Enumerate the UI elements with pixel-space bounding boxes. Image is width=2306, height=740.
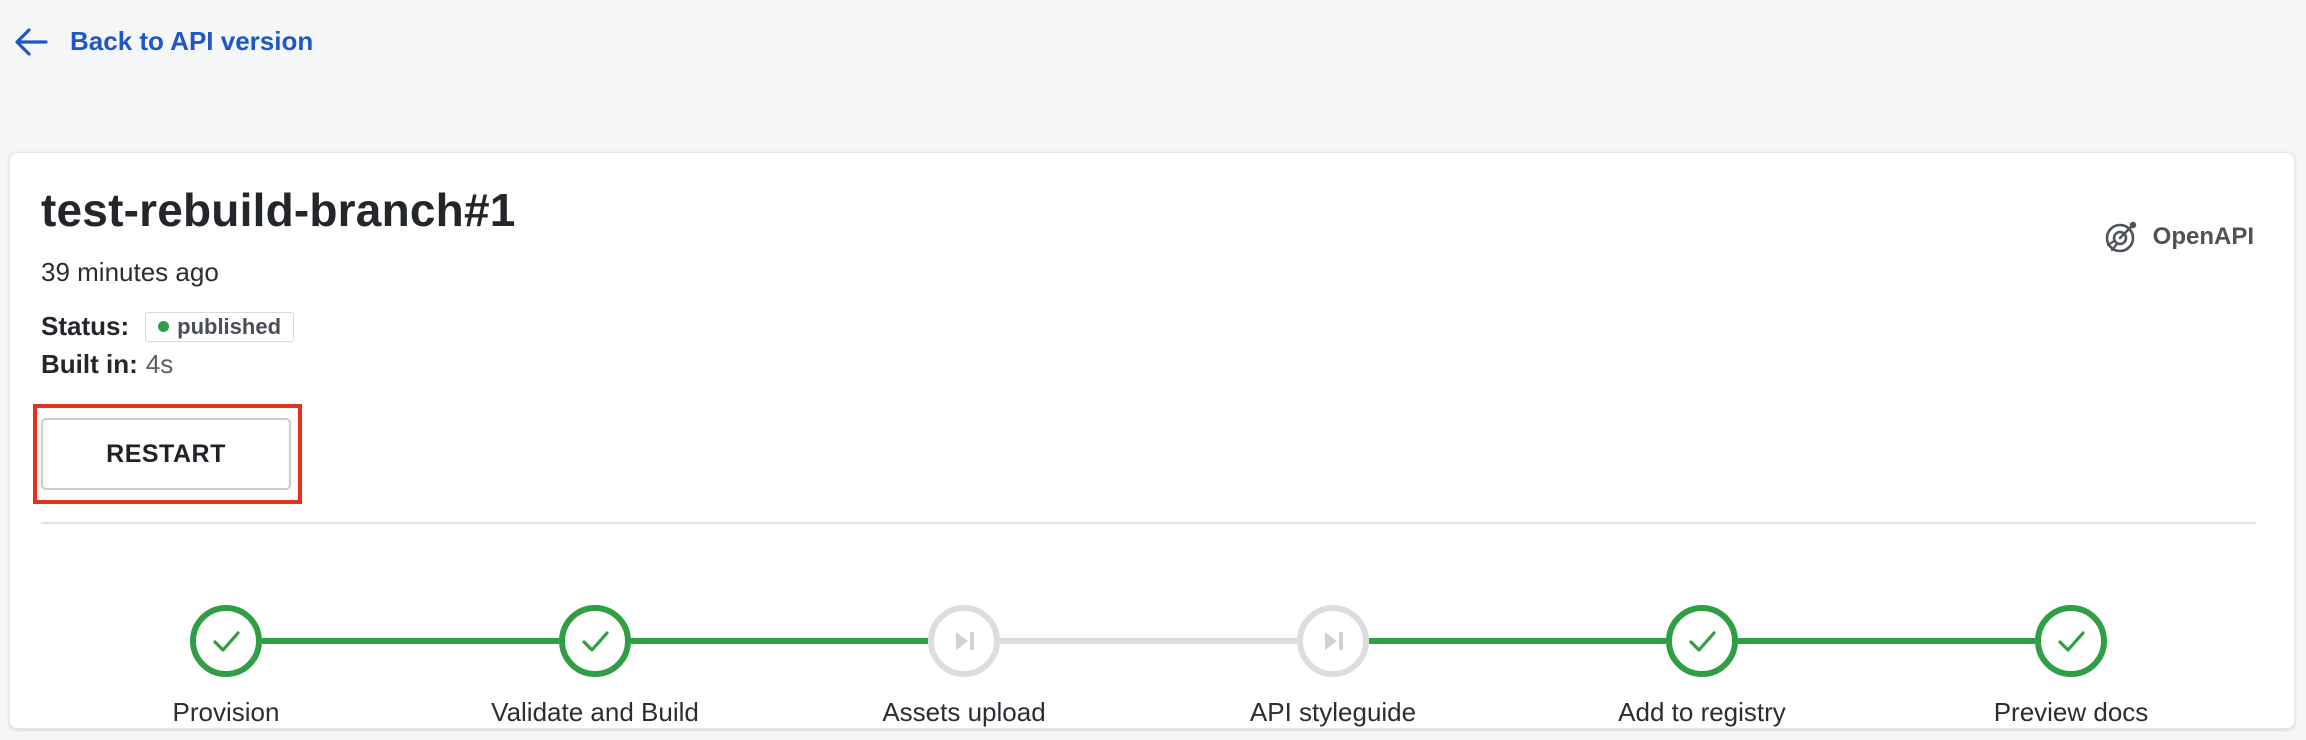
built-in-value: 4s [145, 349, 174, 379]
pipeline-step-status [2035, 605, 2107, 677]
pipeline-step-label: Add to registry [1618, 697, 1786, 727]
pipeline-step-status [559, 605, 631, 677]
api-type-label: OpenAPI [2152, 223, 2254, 250]
build-pipeline: Provision Validate and Build Assets upload… [10, 571, 2296, 727]
built-in-row: Built in: 4s [41, 349, 173, 380]
build-card: test-rebuild-branch#1 39 minutes ago Sta… [9, 152, 2295, 729]
arrow-left-icon [15, 27, 48, 56]
pipeline-step: Preview docs [1921, 571, 2221, 728]
status-value: published [177, 313, 282, 339]
restart-button[interactable]: RESTART [41, 418, 291, 490]
skip-icon [956, 632, 974, 650]
build-title: test-rebuild-branch#1 [41, 184, 516, 236]
back-link-label: Back to API version [70, 26, 314, 56]
pipeline-step-label: Validate and Build [491, 697, 699, 727]
pipeline-step-status [190, 605, 262, 677]
check-icon [213, 631, 240, 652]
openapi-icon [2105, 221, 2136, 253]
section-divider [41, 522, 2256, 524]
pipeline-step-label: API styleguide [1249, 697, 1417, 727]
status-dot-icon [158, 321, 170, 332]
api-type-indicator: OpenAPI [2103, 219, 2254, 255]
pipeline-step: Add to registry [1552, 571, 1852, 728]
build-time-ago: 39 minutes ago [41, 257, 219, 287]
skip-icon [1325, 632, 1343, 650]
pipeline-step: Provision [76, 571, 376, 728]
status-row: Status: published [41, 311, 295, 342]
pipeline-step-status [1297, 605, 1369, 677]
check-icon [1689, 631, 1716, 652]
status-label: Status: [41, 311, 130, 341]
check-icon [582, 631, 609, 652]
status-badge: published [145, 311, 295, 342]
check-icon [2058, 631, 2085, 652]
pipeline-step-label: Provision [172, 697, 280, 727]
pipeline-step-status [1666, 605, 1738, 677]
pipeline-step-status [928, 605, 1000, 677]
pipeline-step: Validate and Build [445, 571, 745, 728]
pipeline-step: Assets upload [814, 571, 1114, 728]
pipeline-step-label: Preview docs [1993, 697, 2149, 727]
pipeline-step: API styleguide [1183, 571, 1483, 728]
pipeline-step-label: Assets upload [882, 697, 1046, 727]
built-in-label: Built in: [41, 349, 138, 379]
back-to-api-version-link[interactable]: Back to API version [14, 26, 313, 57]
